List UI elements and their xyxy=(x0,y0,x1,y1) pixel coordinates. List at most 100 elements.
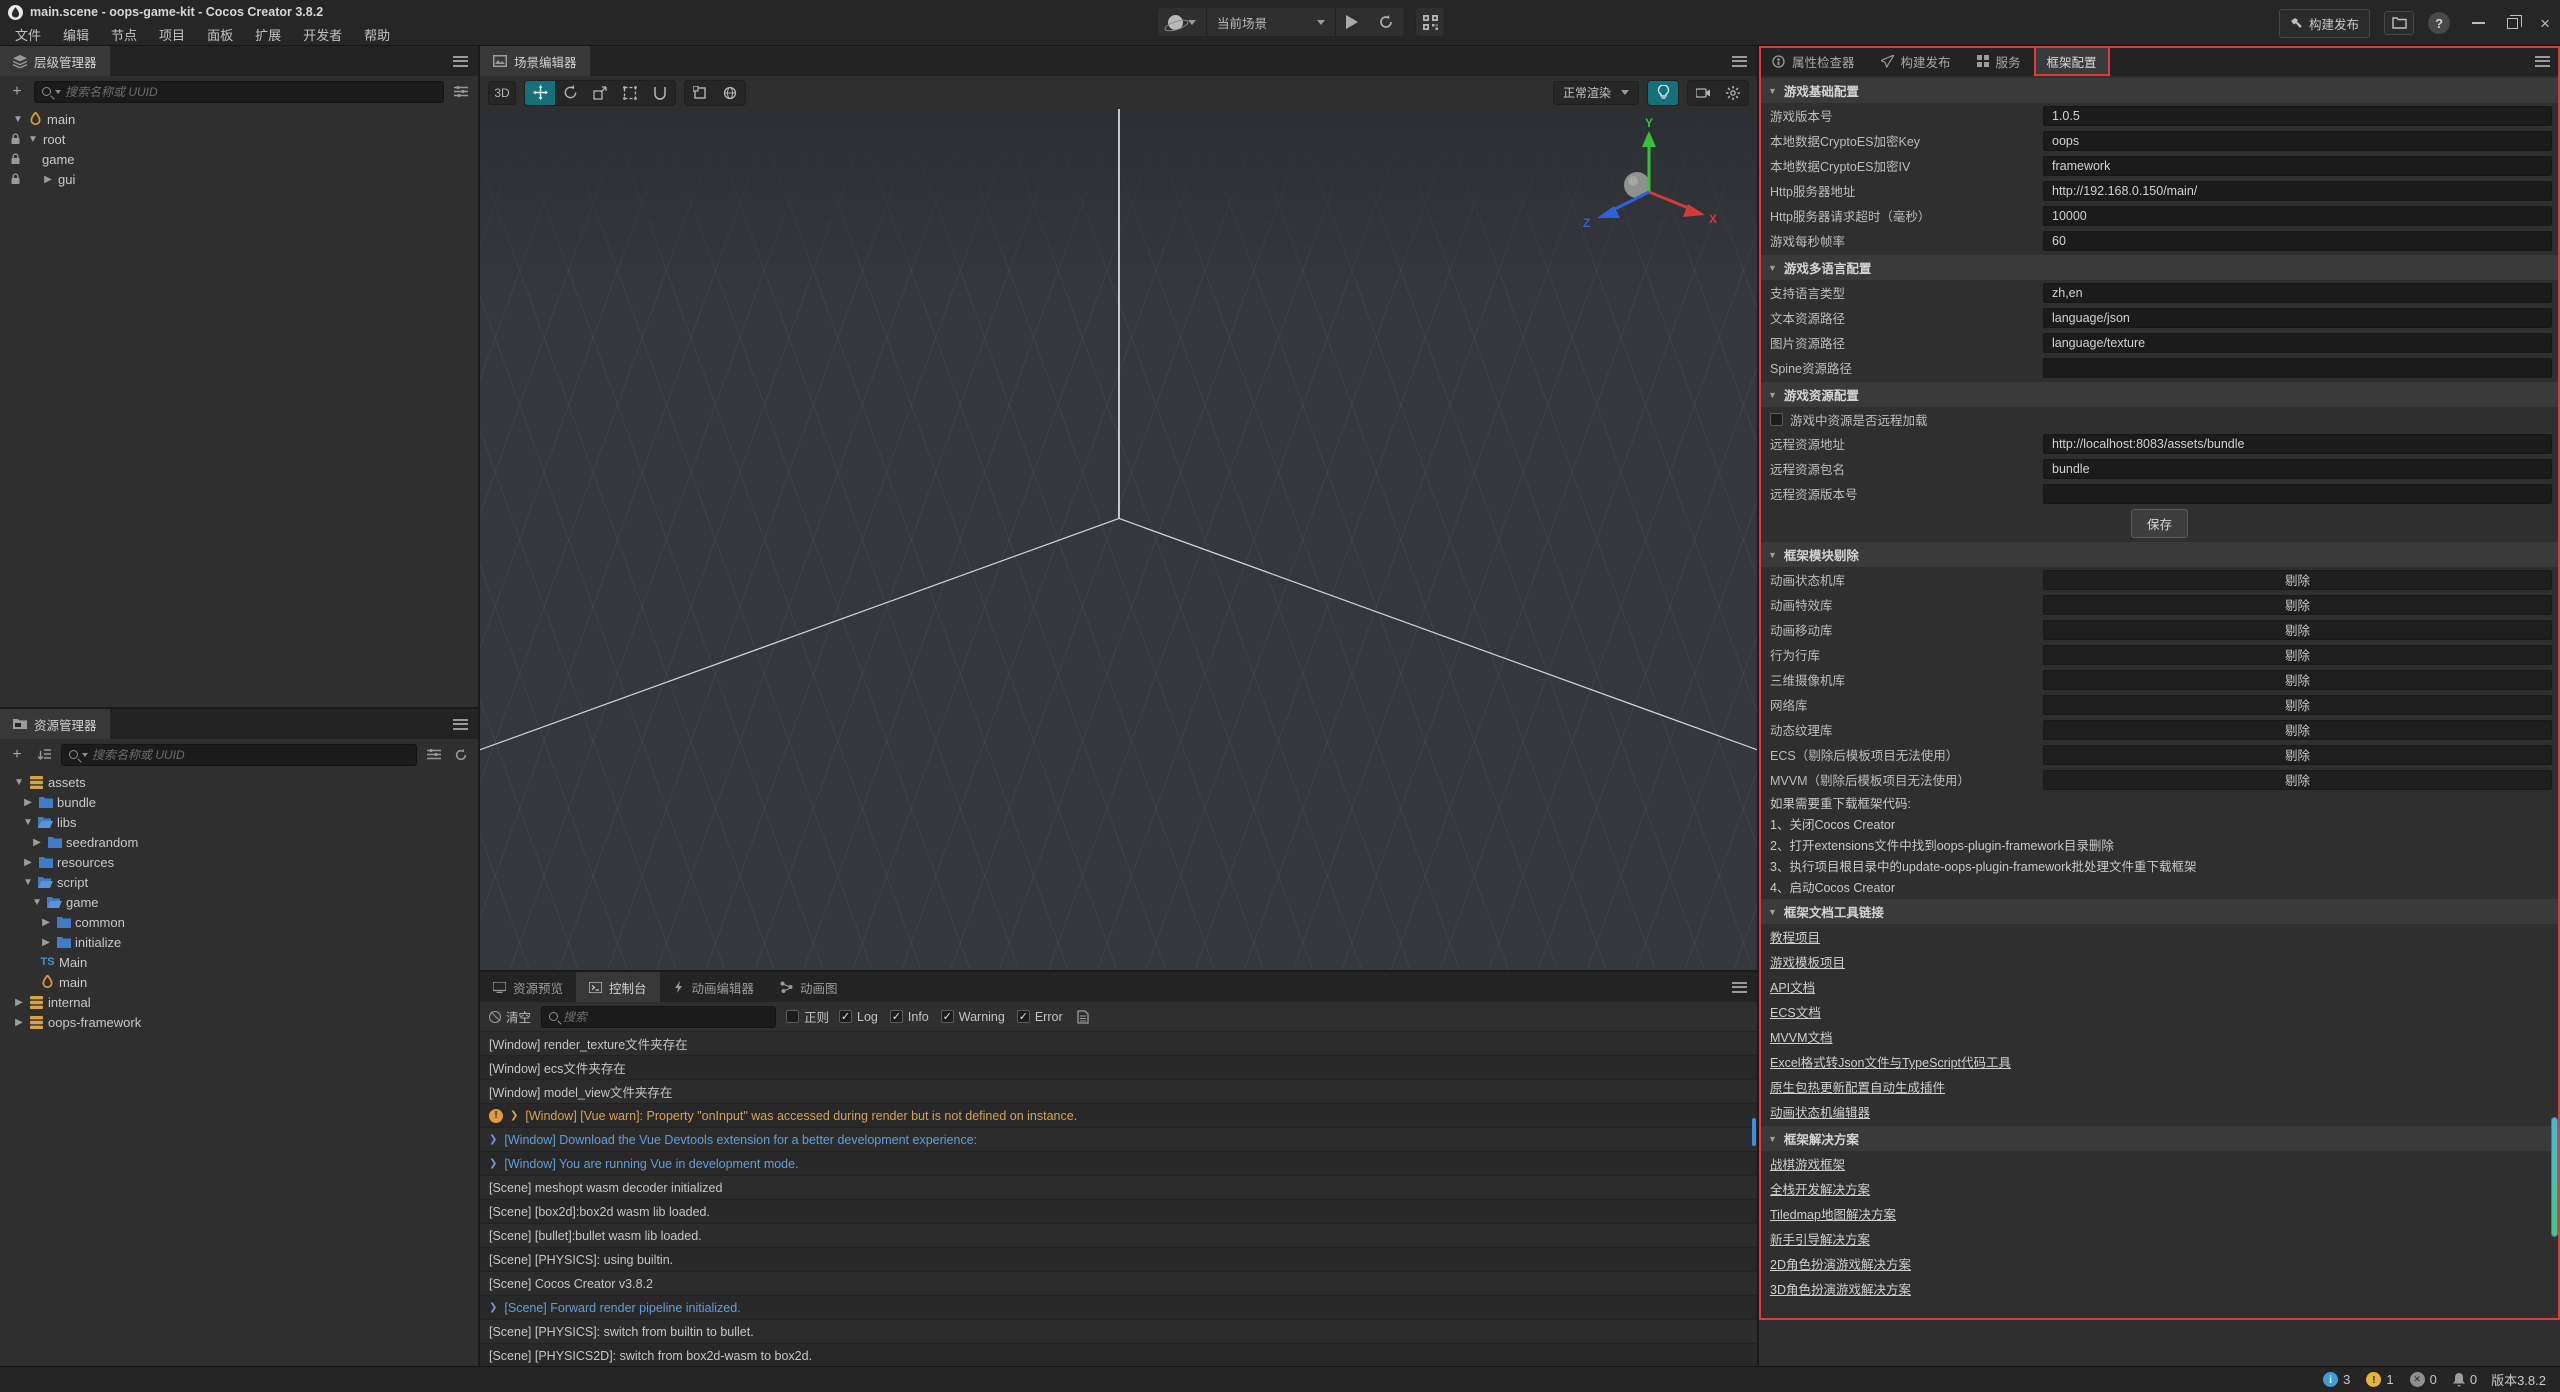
pivot-position-button[interactable] xyxy=(685,81,715,105)
assets-search[interactable] xyxy=(61,744,417,766)
qr-code-button[interactable] xyxy=(1415,7,1445,37)
tree-item-script[interactable]: ▼script xyxy=(0,872,478,892)
hierarchy-menu-icon[interactable] xyxy=(453,56,468,67)
play-button[interactable] xyxy=(1336,8,1368,36)
expand-arrow-icon[interactable]: ▶ xyxy=(40,917,52,928)
doc-link-Excel格式转Json文件与TypeScript代码工具[interactable]: Excel格式转Json文件与TypeScript代码工具 xyxy=(1770,1052,2011,1071)
hierarchy-search[interactable] xyxy=(34,81,444,103)
inspector-tab-服务[interactable]: 服务 xyxy=(1964,46,2034,76)
hierarchy-tab[interactable]: 层级管理器 xyxy=(0,46,110,76)
console-message[interactable]: [Scene] [bullet]:bullet wasm lib loaded. xyxy=(480,1224,1757,1248)
config-field-input-本地数据CryptoES加密Key[interactable] xyxy=(2043,131,2552,151)
tree-item-internal[interactable]: ▶internal xyxy=(0,992,478,1012)
doc-link-2D角色扮演游戏解决方案[interactable]: 2D角色扮演游戏解决方案 xyxy=(1770,1254,1911,1273)
menu-item-项目[interactable]: 项目 xyxy=(148,24,196,45)
section-header-框架解决方案[interactable]: ▼框架解决方案 xyxy=(1759,1126,2560,1151)
console-message[interactable]: [Window] model_view文件夹存在 xyxy=(480,1080,1757,1104)
maximize-button[interactable] xyxy=(2507,18,2518,29)
open-project-folder-button[interactable] xyxy=(2384,11,2414,35)
filter-checkbox-Log[interactable]: ✓Log xyxy=(839,1010,878,1024)
tree-item-gui[interactable]: ▶gui xyxy=(0,169,478,189)
menu-item-节点[interactable]: 节点 xyxy=(100,24,148,45)
rotate-tool-button[interactable] xyxy=(555,81,585,105)
tree-item-root[interactable]: ▼root xyxy=(0,129,478,149)
console-message[interactable]: [Scene] [PHYSICS]: switch from builtin t… xyxy=(480,1320,1757,1344)
remove-module-button[interactable]: 剔除 xyxy=(2043,620,2552,640)
console-tab-动画图[interactable]: 动画图 xyxy=(767,972,851,1002)
menu-item-帮助[interactable]: 帮助 xyxy=(353,24,401,45)
console-message[interactable]: ❯[Window] Download the Vue Devtools exte… xyxy=(480,1128,1757,1152)
section-header-框架模块剔除[interactable]: ▼框架模块剔除 xyxy=(1759,542,2560,567)
doc-link-战棋游戏框架[interactable]: 战棋游戏框架 xyxy=(1770,1154,1845,1173)
scene-settings-button[interactable] xyxy=(1718,81,1748,105)
doc-link-新手引导解决方案[interactable]: 新手引导解决方案 xyxy=(1770,1229,1870,1248)
console-tab-动画编辑器[interactable]: 动画编辑器 xyxy=(660,972,768,1002)
hierarchy-search-input[interactable] xyxy=(65,85,436,99)
lighting-toggle-button[interactable] xyxy=(1648,81,1678,105)
restart-button[interactable] xyxy=(1368,8,1404,36)
expand-arrow-icon[interactable]: ▶ xyxy=(40,937,52,948)
scene-menu-icon[interactable] xyxy=(1732,56,1747,67)
add-node-button[interactable]: + xyxy=(7,81,27,103)
collapse-arrow-icon[interactable]: ▼ xyxy=(27,134,39,145)
close-button[interactable]: × xyxy=(2540,17,2550,30)
assets-menu-icon[interactable] xyxy=(453,719,468,730)
config-field-input-游戏版本号[interactable] xyxy=(2043,106,2552,126)
help-button[interactable]: ? xyxy=(2428,12,2450,34)
remove-module-button[interactable]: 剔除 xyxy=(2043,570,2552,590)
checkbox-icon[interactable] xyxy=(1770,413,1783,426)
expand-arrow-icon[interactable]: ▶ xyxy=(22,857,34,868)
doc-link-MVVM文档[interactable]: MVVM文档 xyxy=(1770,1027,1833,1046)
tree-item-main[interactable]: ▼main xyxy=(0,109,478,129)
gizmo-2d-tool-button[interactable] xyxy=(645,81,675,105)
assets-filter-button[interactable] xyxy=(424,744,444,766)
doc-link-API文档[interactable]: API文档 xyxy=(1770,977,1815,996)
doc-link-教程项目[interactable]: 教程项目 xyxy=(1770,927,1820,946)
console-message[interactable]: [Window] render_texture文件夹存在 xyxy=(480,1032,1757,1056)
doc-link-游戏模板项目[interactable]: 游戏模板项目 xyxy=(1770,952,1845,971)
filter-checkbox-Error[interactable]: ✓Error xyxy=(1017,1010,1063,1024)
menu-item-扩展[interactable]: 扩展 xyxy=(244,24,292,45)
doc-link-Tiledmap地图解决方案[interactable]: Tiledmap地图解决方案 xyxy=(1770,1204,1896,1223)
doc-link-全栈开发解决方案[interactable]: 全栈开发解决方案 xyxy=(1770,1179,1870,1198)
console-message[interactable]: [Scene] Cocos Creator v3.8.2 xyxy=(480,1272,1757,1296)
collapse-arrow-icon[interactable]: ▼ xyxy=(13,777,25,788)
platform-select-button[interactable] xyxy=(1158,8,1206,36)
section-header-游戏基础配置[interactable]: ▼游戏基础配置 xyxy=(1759,78,2560,103)
section-header-游戏资源配置[interactable]: ▼游戏资源配置 xyxy=(1759,382,2560,407)
tree-item-Main[interactable]: TSMain xyxy=(0,952,478,972)
inspector-tab-属性检查器[interactable]: 属性检查器 xyxy=(1759,46,1868,76)
tree-item-initialize[interactable]: ▶initialize xyxy=(0,932,478,952)
scene-editor-tab[interactable]: 场景编辑器 xyxy=(480,46,590,76)
console-search[interactable] xyxy=(541,1006,776,1028)
tree-item-game[interactable]: game xyxy=(0,149,478,169)
menu-item-面板[interactable]: 面板 xyxy=(196,24,244,45)
remove-module-button[interactable]: 剔除 xyxy=(2043,645,2552,665)
config-field-input-远程资源包名[interactable] xyxy=(2043,459,2552,479)
console-tab-控制台[interactable]: 控制台 xyxy=(576,972,660,1002)
config-field-input-Http服务器地址[interactable] xyxy=(2043,181,2552,201)
config-field-input-图片资源路径[interactable] xyxy=(2043,333,2552,353)
remove-module-button[interactable]: 剔除 xyxy=(2043,695,2552,715)
config-field-input-游戏每秒帧率[interactable] xyxy=(2043,231,2552,251)
config-field-input-远程资源版本号[interactable] xyxy=(2043,484,2552,504)
tree-item-oops-framework[interactable]: ▶oops-framework xyxy=(0,1012,478,1032)
config-field-input-Http服务器请求超时（毫秒）[interactable] xyxy=(2043,206,2552,226)
collapse-arrow-icon[interactable]: ▼ xyxy=(22,877,34,888)
section-header-框架文档工具链接[interactable]: ▼框架文档工具链接 xyxy=(1759,899,2560,924)
rect-tool-button[interactable] xyxy=(615,81,645,105)
config-field-input-本地数据CryptoES加密IV[interactable] xyxy=(2043,156,2552,176)
console-search-input[interactable] xyxy=(563,1010,768,1024)
menu-item-文件[interactable]: 文件 xyxy=(4,24,52,45)
open-log-file-button[interactable] xyxy=(1073,1006,1093,1028)
remove-module-button[interactable]: 剔除 xyxy=(2043,670,2552,690)
orientation-gizmo[interactable]: Y X Z xyxy=(1579,117,1729,267)
config-field-input-远程资源地址[interactable] xyxy=(2043,434,2552,454)
error-counter[interactable]: ✕ 0 xyxy=(2410,1372,2437,1387)
inspector-menu-icon[interactable] xyxy=(2535,56,2550,67)
console-message[interactable]: ❯[Scene] Forward render pipeline initial… xyxy=(480,1296,1757,1320)
config-field-input-支持语言类型[interactable] xyxy=(2043,283,2552,303)
build-publish-button[interactable]: 构建发布 xyxy=(2279,9,2370,38)
expand-arrow-icon[interactable]: ❯ xyxy=(510,1110,518,1121)
toggle-3d-button[interactable]: 3D xyxy=(488,81,516,105)
